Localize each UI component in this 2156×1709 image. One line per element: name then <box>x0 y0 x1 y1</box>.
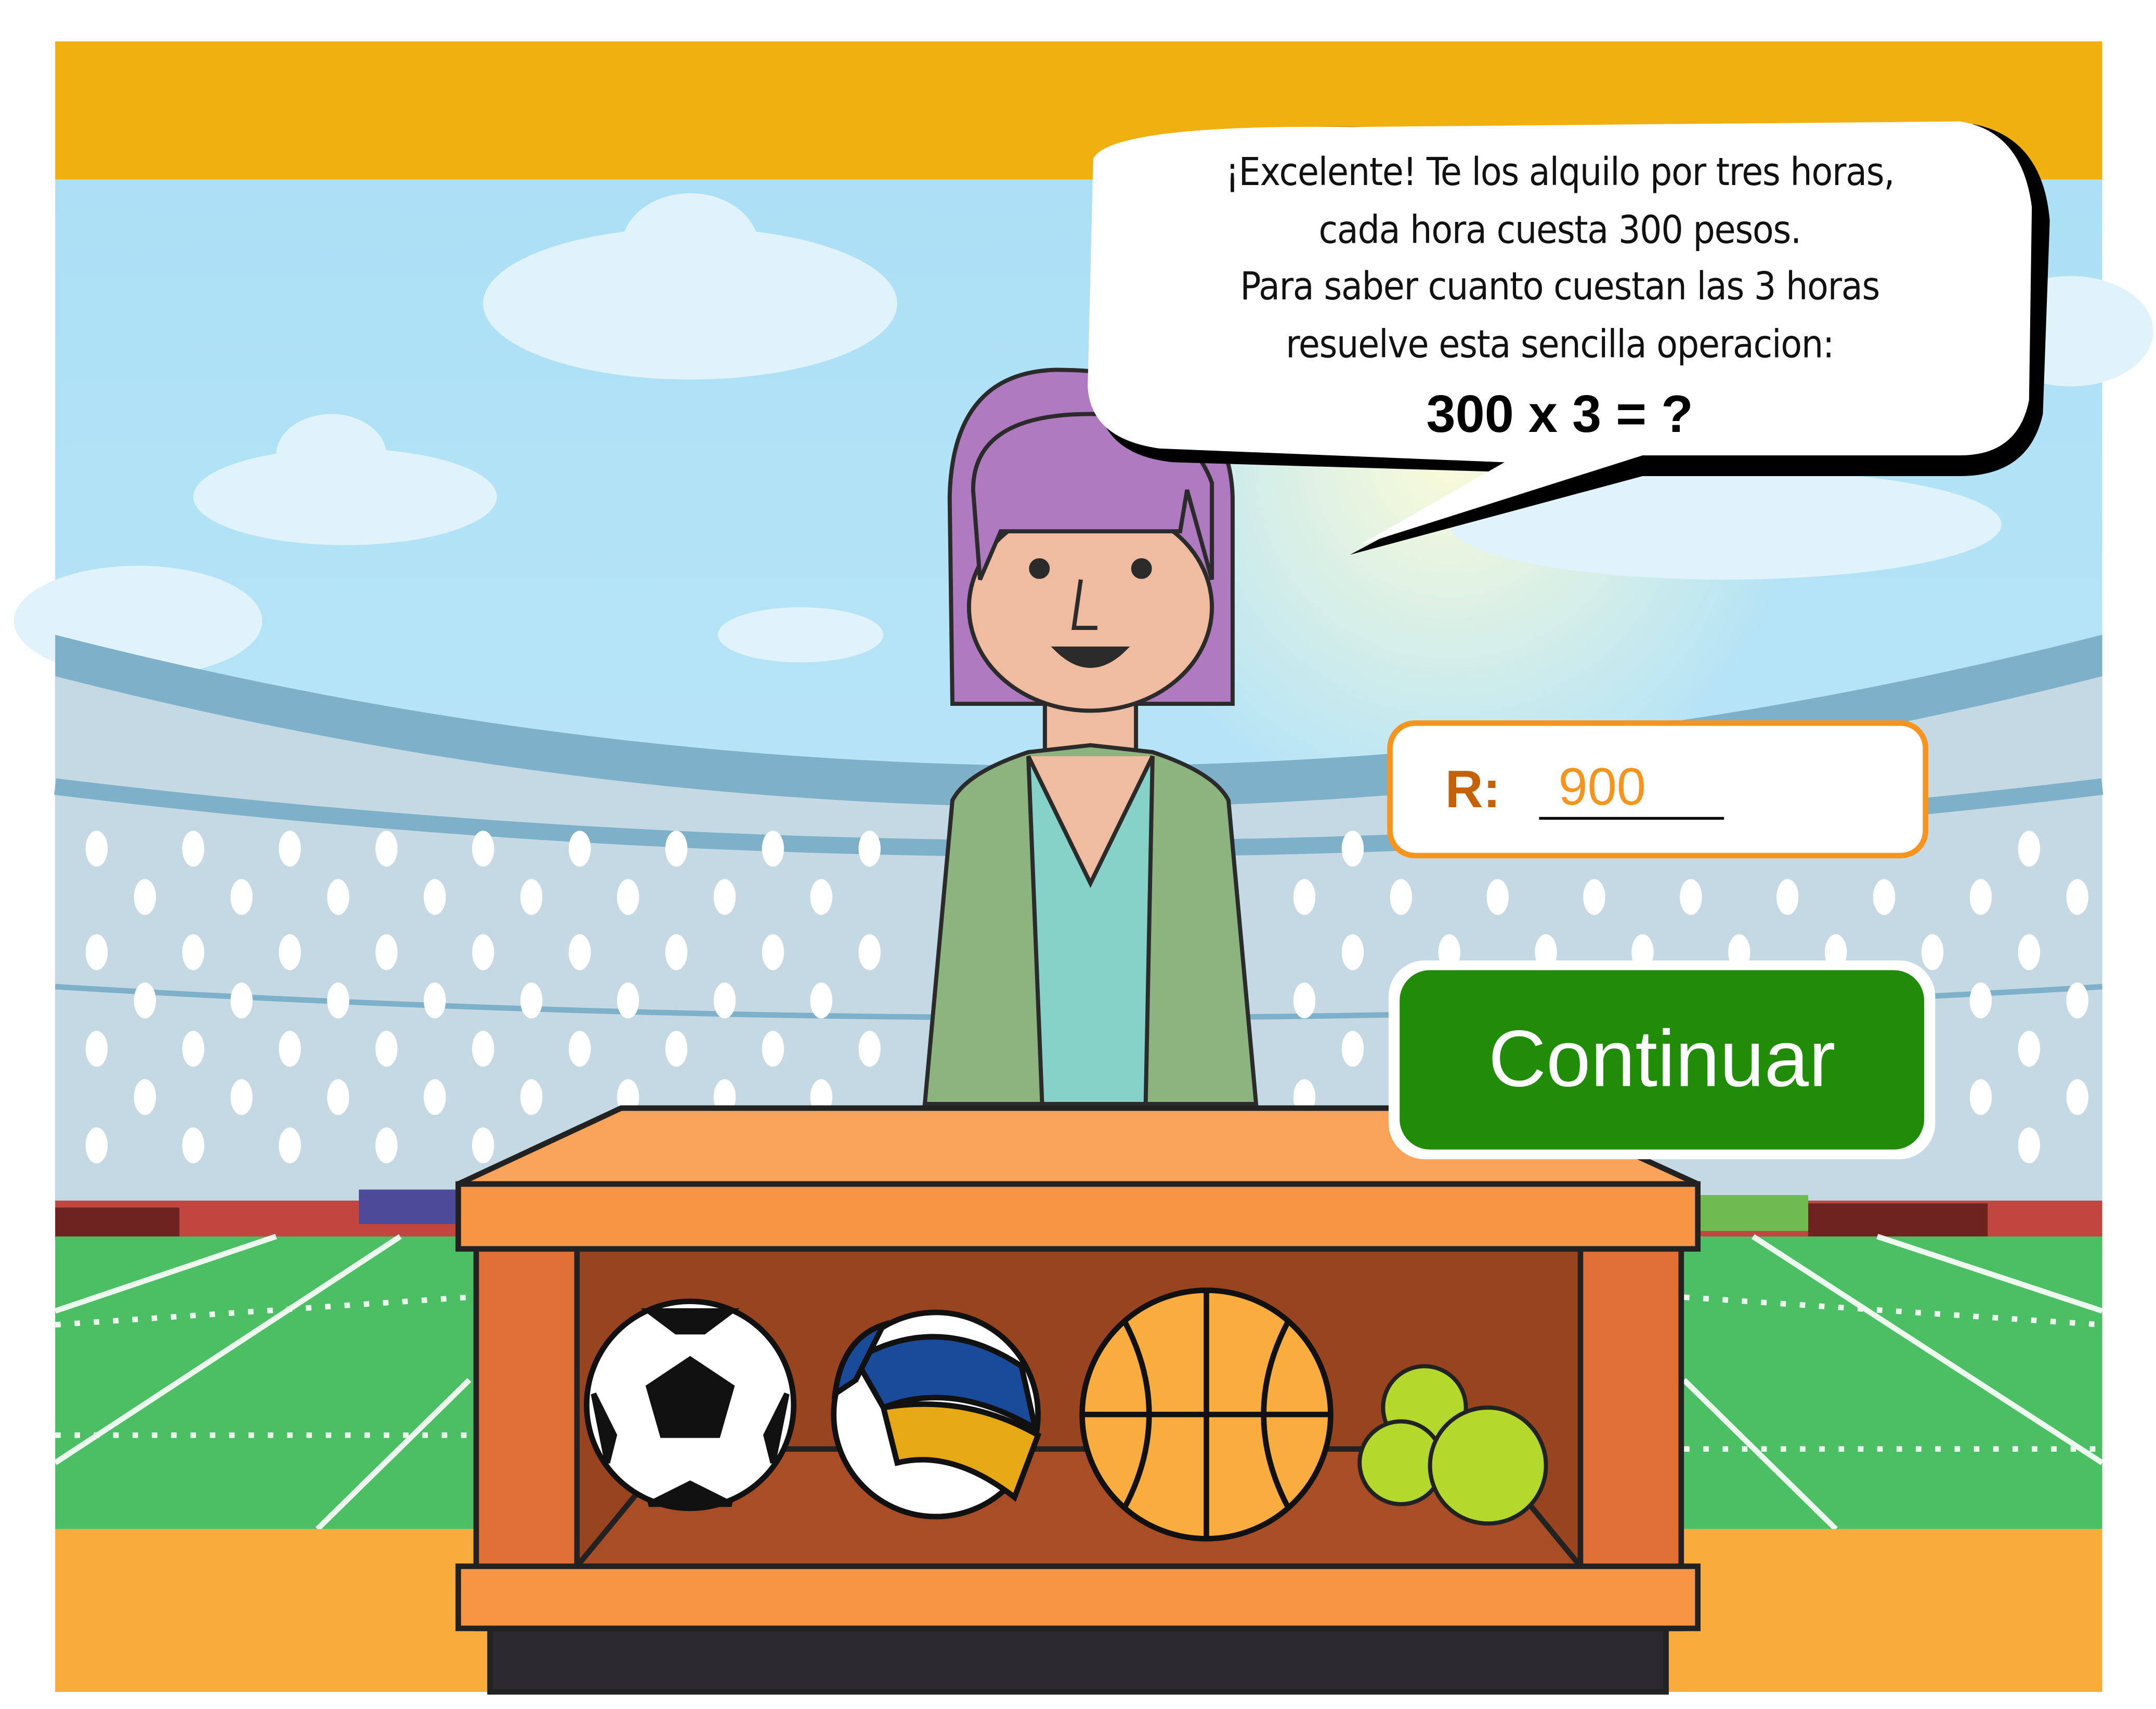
crowd-dot <box>568 1031 591 1067</box>
crowd-dot <box>1341 934 1364 970</box>
crowd-dot <box>2066 879 2089 915</box>
crowd-dot <box>568 934 591 970</box>
crowd-dot <box>858 831 881 867</box>
crowd-dot <box>375 1127 398 1164</box>
crowd-dot <box>1341 1031 1364 1067</box>
speech-line: resuelve esta sencilla operacion: <box>1286 321 1834 366</box>
crowd-dot <box>520 982 543 1019</box>
crowd-dot <box>85 934 108 970</box>
crowd-dot <box>665 934 688 970</box>
crowd-dot <box>1776 879 1799 915</box>
crowd-dot <box>327 1079 349 1115</box>
crowd-dot <box>375 831 398 867</box>
continue-button-label[interactable]: Continuar <box>1400 970 1925 1150</box>
crowd-dot <box>472 831 494 867</box>
crowd-dot <box>2018 1127 2041 1164</box>
continue-button[interactable]: Continuar <box>1388 960 1936 1160</box>
crowd-dot <box>230 879 253 915</box>
crowd-dot <box>713 982 736 1019</box>
crowd-dot <box>1921 934 1944 970</box>
crowd-dot <box>182 1031 204 1067</box>
crowd-dot <box>617 879 639 915</box>
math-equation: 300 x 3 = ? <box>1426 386 1693 444</box>
crowd-dot <box>375 934 398 970</box>
crowd-dot <box>327 879 349 915</box>
crowd-dot <box>762 1031 785 1067</box>
crowd-dot <box>182 934 204 970</box>
crowd-dot <box>279 934 301 970</box>
crowd-dot <box>2066 982 2089 1019</box>
crowd-dot <box>472 1031 494 1067</box>
crowd-dot <box>617 982 639 1019</box>
crowd-dot <box>665 1031 688 1067</box>
answer-input[interactable]: 900 <box>1539 756 1724 820</box>
crowd-dot <box>1341 831 1364 867</box>
crowd-dot <box>1969 879 1992 915</box>
crowd-dot <box>327 982 349 1019</box>
crowd-dot <box>2018 1031 2041 1067</box>
basketball <box>1079 1287 1334 1542</box>
speech-line: Para saber cuanto cuestan las 3 horas <box>1240 264 1880 309</box>
volleyball <box>831 1309 1042 1520</box>
speech-bubble-text: ¡Excelente! Te los alquilo por tres hora… <box>1104 143 2015 373</box>
crowd-dot <box>279 1127 301 1164</box>
crowd-dot <box>424 879 446 915</box>
crowd-dot <box>858 934 881 970</box>
answer-label: R: <box>1445 761 1501 820</box>
crowd-dot <box>230 1079 253 1115</box>
crowd-dot <box>134 982 156 1019</box>
crowd-dot <box>279 831 301 867</box>
crowd-dot <box>1293 982 1316 1019</box>
crowd-dot <box>1680 879 1702 915</box>
answer-box[interactable]: R: 900 <box>1387 720 1929 859</box>
crowd-dot <box>424 1079 446 1115</box>
crowd-dot <box>1583 879 1605 915</box>
crowd-dot <box>1486 879 1509 915</box>
crowd-dot <box>2066 1079 2089 1115</box>
crowd-dot <box>762 934 785 970</box>
crowd-dot <box>375 1031 398 1067</box>
crowd-dot <box>568 831 591 867</box>
speech-line: ¡Excelente! Te los alquilo por tres hora… <box>1225 149 1895 195</box>
crowd-dot <box>520 1079 543 1115</box>
soccer-ball <box>584 1298 796 1511</box>
crowd-dot <box>1969 982 1992 1019</box>
crowd-dot <box>134 1079 156 1115</box>
crowd-dot <box>858 1031 881 1067</box>
crowd-dot <box>279 1031 301 1067</box>
crowd-dot <box>182 831 204 867</box>
speech-line: cada hora cuesta 300 pesos. <box>1318 206 1801 252</box>
crowd-dot <box>762 831 785 867</box>
crowd-dot <box>85 831 108 867</box>
game-stage: ¡Excelente! Te los alquilo por tres hora… <box>0 0 2156 1708</box>
crowd-dot <box>810 879 832 915</box>
crowd-dot <box>182 1127 204 1164</box>
crowd-dot <box>85 1127 108 1164</box>
crowd-dot <box>1969 1079 1992 1115</box>
crowd-dot <box>665 831 688 867</box>
crowd-dot <box>230 982 253 1019</box>
crowd-dot <box>85 1031 108 1067</box>
crowd-dot <box>2018 934 2041 970</box>
crowd-dot <box>472 934 494 970</box>
crowd-dot <box>713 879 736 915</box>
crowd-dot <box>520 879 543 915</box>
crowd-dot <box>1293 879 1316 915</box>
crowd-dot <box>810 982 832 1019</box>
crowd-dot <box>472 1127 494 1164</box>
crowd-dot <box>1390 879 1413 915</box>
crowd-dot <box>1873 879 1896 915</box>
crowd-dot <box>134 879 156 915</box>
crowd-dot <box>424 982 446 1019</box>
crowd-dot <box>2018 831 2041 867</box>
